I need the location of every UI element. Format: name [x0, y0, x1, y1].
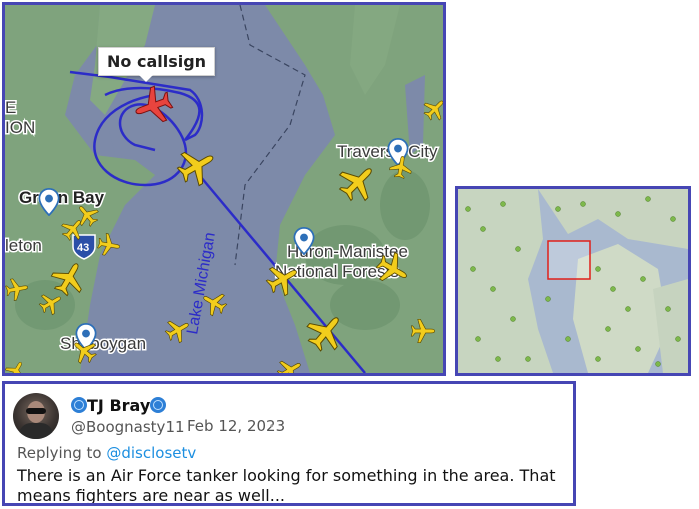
- viewport-indicator[interactable]: [547, 240, 591, 280]
- label-fragment-e: E: [5, 98, 16, 117]
- separator-dot: •: [270, 421, 274, 432]
- label-green-bay: Green Bay: [19, 188, 105, 207]
- label-appleton-partial: leton: [5, 236, 42, 255]
- svg-text:43: 43: [77, 242, 89, 254]
- globe-emoji-icon: [150, 397, 167, 413]
- overview-map[interactable]: [455, 186, 691, 376]
- tweet-author-name[interactable]: TJ Bray: [71, 396, 167, 415]
- flight-map[interactable]: E ION Green Bay leton Traverse City Huro…: [2, 2, 446, 376]
- flight-map-canvas[interactable]: E ION Green Bay leton Traverse City Huro…: [5, 5, 443, 373]
- avatar[interactable]: [13, 393, 59, 439]
- tweet-text: There is an Air Force tanker looking for…: [17, 466, 556, 505]
- label-traverse-city: Traverse City: [337, 142, 438, 161]
- no-callsign-callout: No callsign: [98, 47, 216, 82]
- reply-mention-link[interactable]: @disclosetv: [106, 444, 196, 462]
- overview-map-canvas: [458, 189, 688, 373]
- label-fragment-ion: ION: [5, 118, 35, 137]
- display-name: TJ Bray: [87, 396, 151, 415]
- globe-emoji-icon: [71, 397, 87, 413]
- replying-to-line: Replying to @disclosetv: [17, 444, 197, 462]
- tweet-card: TJ Bray @Boognasty11 Feb 12, 2023 • Repl…: [2, 381, 576, 506]
- label-sheboygan: Sheboygan: [60, 334, 146, 353]
- tweet-handle[interactable]: @Boognasty11: [71, 418, 185, 436]
